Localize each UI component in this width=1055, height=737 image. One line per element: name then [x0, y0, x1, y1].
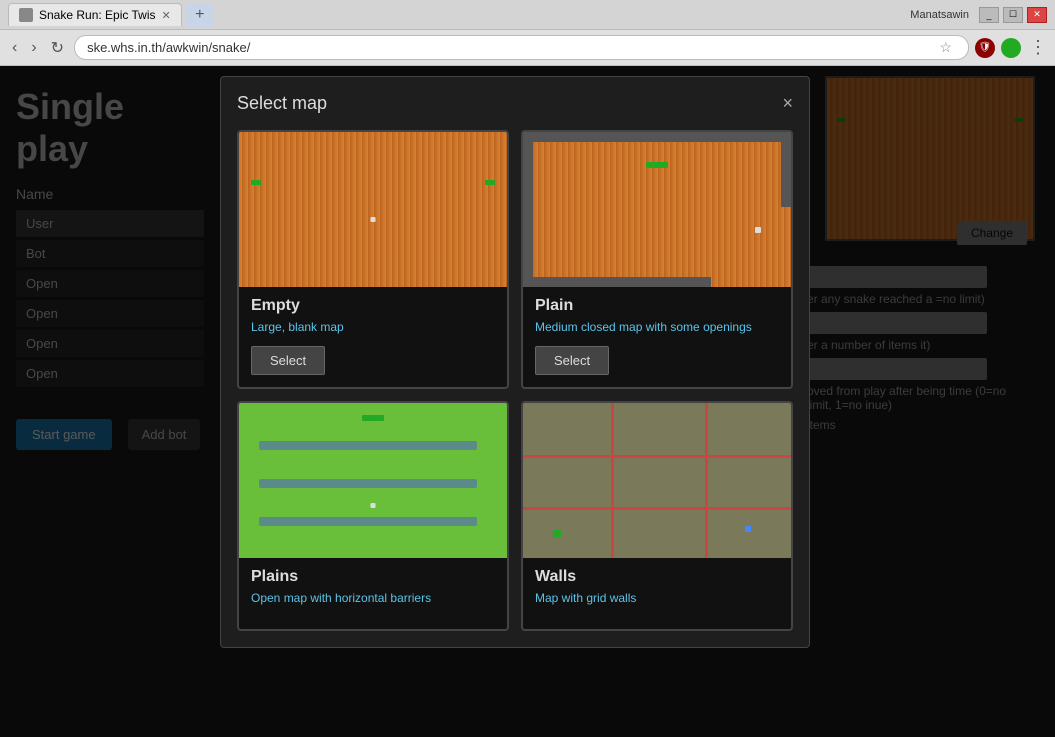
- window-username: Manatsawin: [910, 9, 969, 21]
- modal-title: Select map: [237, 93, 327, 114]
- tab-close-button[interactable]: ✕: [162, 9, 171, 22]
- wall-grid-v1: [611, 403, 614, 558]
- new-tab-button[interactable]: +: [186, 3, 214, 27]
- snake-dot: [485, 180, 495, 185]
- minimize-button[interactable]: _: [979, 7, 999, 23]
- wall-h-2: [259, 479, 477, 488]
- map-desc-empty: Large, blank map: [251, 319, 495, 336]
- address-bar[interactable]: ske.whs.in.th/awkwin/snake/ ☆: [74, 35, 969, 60]
- wall-bottom: [523, 277, 711, 287]
- reload-button[interactable]: ↻: [47, 36, 68, 60]
- modal-header: Select map ×: [237, 93, 793, 114]
- snake-dot-2: [755, 227, 761, 233]
- wall-h-3: [259, 517, 477, 526]
- map-desc-walls: Map with grid walls: [535, 590, 779, 607]
- modal-close-button[interactable]: ×: [782, 93, 793, 114]
- map-thumb-plains: [239, 403, 507, 558]
- status-icon: [1001, 38, 1021, 58]
- map-card-plain-info: Plain Medium closed map with some openin…: [523, 287, 791, 387]
- select-map-modal: Select map × Empty Large, blank map Sele…: [220, 76, 810, 648]
- map-card-empty[interactable]: Empty Large, blank map Select: [237, 130, 509, 389]
- menu-button[interactable]: ⋮: [1029, 37, 1047, 58]
- snake-dot-plains: [362, 415, 384, 421]
- maximize-button[interactable]: ☐: [1003, 7, 1023, 23]
- wall-top: [523, 132, 791, 142]
- map-name-plains: Plains: [251, 568, 495, 586]
- maps-grid: Empty Large, blank map Select: [237, 130, 793, 631]
- tab-title: Snake Run: Epic Twis: [39, 8, 156, 22]
- wall-right: [781, 132, 791, 207]
- select-empty-button[interactable]: Select: [251, 346, 325, 375]
- wall-grid-v2: [705, 403, 708, 558]
- select-plain-button[interactable]: Select: [535, 346, 609, 375]
- url-text: ske.whs.in.th/awkwin/snake/: [87, 40, 250, 55]
- map-card-plains-info: Plains Open map with horizontal barriers: [239, 558, 507, 629]
- wall-h-1: [259, 441, 477, 450]
- map-desc-plain: Medium closed map with some openings: [535, 319, 779, 336]
- wall-grid-h1: [523, 455, 791, 458]
- window-controls: Manatsawin _ ☐ ✕: [910, 7, 1047, 23]
- bookmark-icon[interactable]: ☆: [935, 39, 956, 56]
- wall-grid-h2: [523, 507, 791, 510]
- map-card-walls[interactable]: Walls Map with grid walls: [521, 401, 793, 631]
- forward-button[interactable]: ›: [27, 37, 40, 59]
- page-content: Single play Name User Bot Open Open Open…: [0, 66, 1055, 737]
- snake-dot-walls: [553, 530, 561, 538]
- map-card-empty-info: Empty Large, blank map Select: [239, 287, 507, 387]
- map-card-plain[interactable]: Plain Medium closed map with some openin…: [521, 130, 793, 389]
- map-name-empty: Empty: [251, 297, 495, 315]
- tab-favicon: [19, 8, 33, 22]
- map-thumb-empty: [239, 132, 507, 287]
- map-card-walls-info: Walls Map with grid walls: [523, 558, 791, 629]
- map-name-plain: Plain: [535, 297, 779, 315]
- snake-dot: [251, 180, 261, 185]
- wall-left: [523, 132, 533, 287]
- snake-dot-small: [371, 503, 376, 508]
- snake-dot-center: [371, 217, 376, 222]
- shield-icon[interactable]: 🛡: [975, 38, 995, 58]
- map-desc-plains: Open map with horizontal barriers: [251, 590, 495, 607]
- browser-titlebar: Snake Run: Epic Twis ✕ + Manatsawin _ ☐ …: [0, 0, 1055, 30]
- snake-dot-walls-2: [745, 526, 751, 532]
- map-thumb-walls: [523, 403, 791, 558]
- map-thumb-plain: [523, 132, 791, 287]
- browser-navbar: ‹ › ↻ ske.whs.in.th/awkwin/snake/ ☆ 🛡 ⋮: [0, 30, 1055, 66]
- map-name-walls: Walls: [535, 568, 779, 586]
- snake-dot: [646, 162, 668, 168]
- browser-tab[interactable]: Snake Run: Epic Twis ✕: [8, 3, 182, 26]
- map-card-plains[interactable]: Plains Open map with horizontal barriers: [237, 401, 509, 631]
- back-button[interactable]: ‹: [8, 37, 21, 59]
- close-button[interactable]: ✕: [1027, 7, 1047, 23]
